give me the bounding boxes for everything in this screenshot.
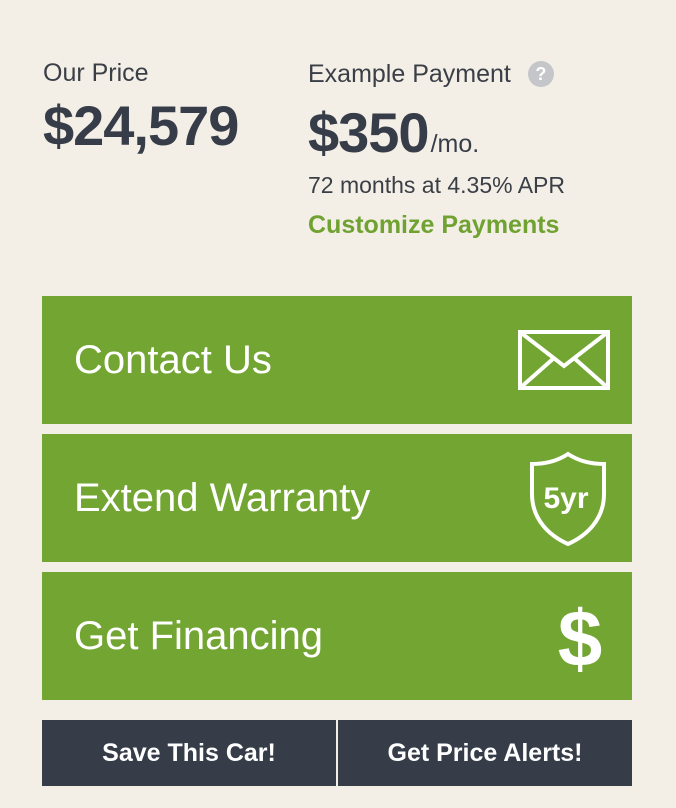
extend-warranty-label: Extend Warranty [74, 475, 371, 520]
our-price-value: $24,579 [43, 94, 239, 157]
get-financing-button[interactable]: Get Financing $ [42, 572, 632, 700]
payment-suffix: /mo. [430, 130, 480, 158]
save-this-car-button[interactable]: Save This Car! [42, 720, 336, 786]
get-financing-label: Get Financing [74, 613, 324, 658]
envelope-icon [518, 330, 610, 390]
payment-label: Example Payment [308, 59, 511, 88]
payment-value-row: $350 /mo. [308, 100, 648, 164]
payment-terms: 72 months at 4.35% APR [308, 172, 565, 198]
our-price-block: Our Price $24,579 [43, 56, 239, 157]
payment-value: $350 [308, 101, 430, 164]
customize-payments-link[interactable]: Customize Payments [308, 208, 559, 242]
payment-label-row: Example Payment ? [308, 56, 648, 92]
bottom-button-row: Save This Car! Get Price Alerts! [42, 720, 632, 786]
contact-us-button[interactable]: Contact Us [42, 296, 632, 424]
extend-warranty-button[interactable]: Extend Warranty 5yr [42, 434, 632, 562]
dollar-icon-text: $ [558, 594, 603, 678]
example-payment-block: Example Payment ? $350 /mo. 72 months at… [308, 56, 648, 242]
warranty-shield-icon: 5yr [526, 450, 610, 546]
question-icon[interactable]: ? [527, 61, 554, 87]
dollar-icon: $ [550, 594, 610, 678]
warranty-icon-text: 5yr [543, 482, 588, 515]
get-price-alerts-button[interactable]: Get Price Alerts! [338, 720, 632, 786]
our-price-label: Our Price [43, 59, 149, 87]
contact-us-label: Contact Us [74, 337, 272, 382]
